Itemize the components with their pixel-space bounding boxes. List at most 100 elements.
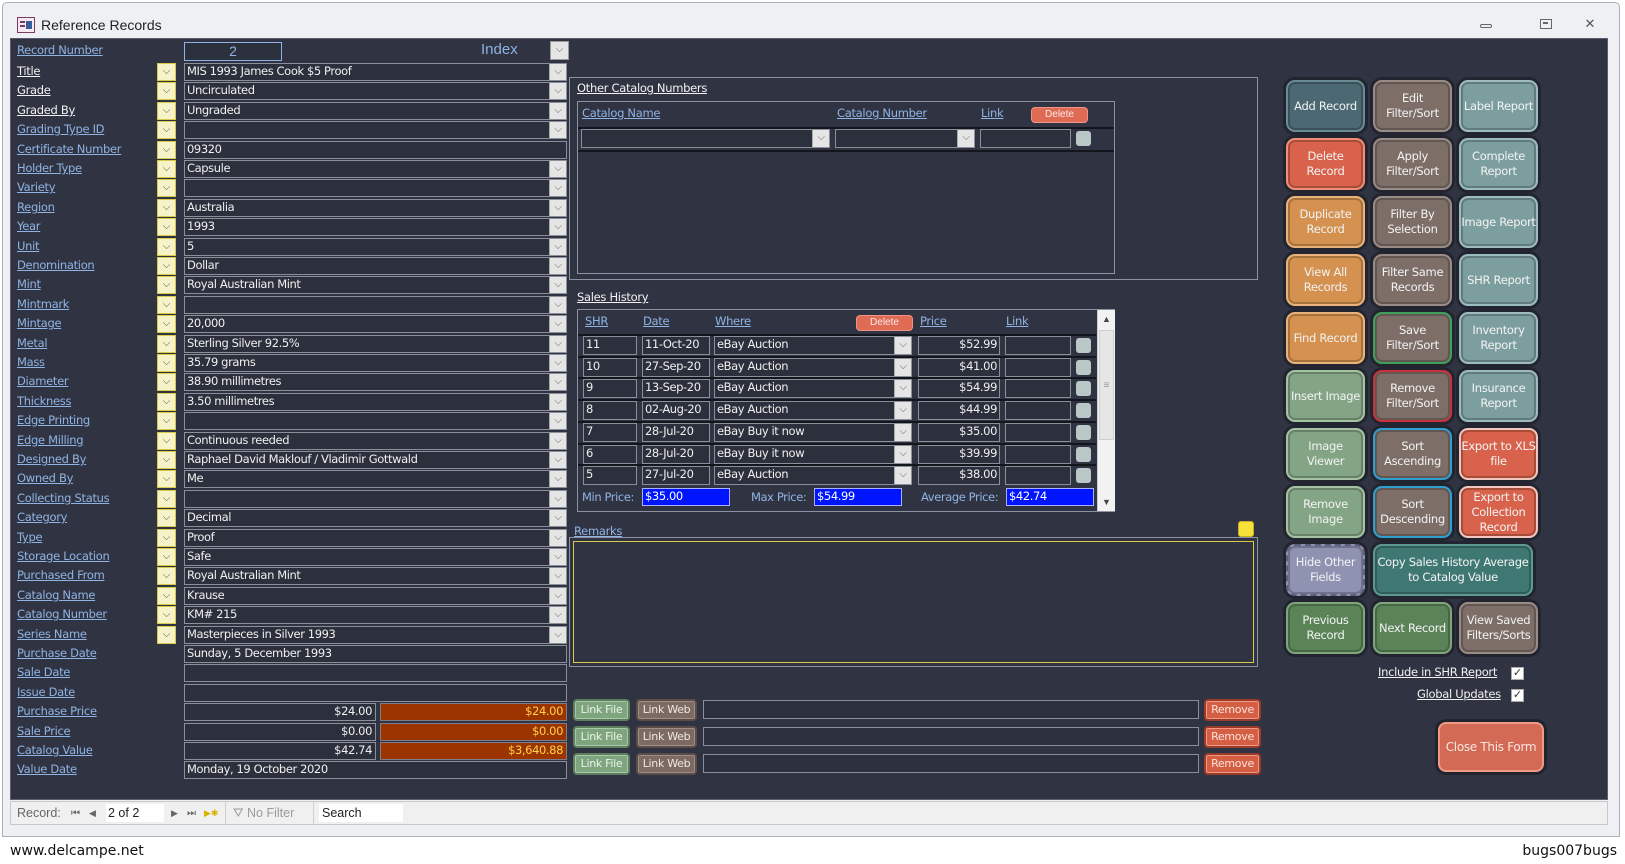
field-label[interactable]: Mintmark — [17, 297, 69, 311]
remarks-label[interactable]: Remarks — [574, 524, 622, 538]
field-input[interactable]: 35.79 grams ⌵ — [184, 354, 567, 372]
remove-filter-sort-button[interactable]: Remove Filter/Sort — [1373, 370, 1452, 422]
chevron-down-icon[interactable]: ⌵ — [549, 510, 566, 526]
field-label[interactable]: Unit — [17, 239, 40, 253]
field-label[interactable]: Series Name — [17, 627, 87, 641]
sale-link-cell[interactable] — [1005, 422, 1071, 442]
value-date-label[interactable]: Value Date — [17, 762, 77, 776]
field-label[interactable]: Mass — [17, 355, 45, 369]
field-label[interactable]: Designed By — [17, 452, 86, 466]
export-to-xls-file-button[interactable]: Export to XLS file — [1459, 428, 1538, 480]
sale-shr-cell[interactable]: 11 — [583, 336, 637, 355]
lookup-button[interactable]: ⌵ — [157, 587, 176, 605]
lookup-button[interactable]: ⌵ — [157, 451, 176, 469]
chevron-down-icon[interactable]: ⌵ — [549, 588, 566, 604]
duplicate-record-button[interactable]: Duplicate Record — [1286, 196, 1365, 248]
chevron-down-icon[interactable]: ⌵ — [549, 433, 566, 449]
chevron-down-icon[interactable]: ⌵ — [549, 258, 566, 274]
catalog-number-combo[interactable]: ⌵ — [835, 129, 975, 148]
header-shr[interactable]: SHR — [585, 314, 608, 328]
field-label[interactable]: Grade — [17, 83, 51, 97]
catalog-link-field[interactable] — [980, 129, 1071, 148]
link-file-button[interactable]: Link File — [573, 753, 630, 775]
chevron-down-icon[interactable]: ⌵ — [549, 122, 566, 138]
close-window-button[interactable]: ✕ — [1579, 15, 1601, 33]
sale-link-open-button[interactable] — [1076, 468, 1091, 484]
chevron-down-icon[interactable]: ⌵ — [549, 83, 566, 99]
chevron-down-icon[interactable]: ⌵ — [549, 471, 566, 487]
field-label[interactable]: Category — [17, 510, 67, 524]
field-label[interactable]: Owned By — [17, 471, 73, 485]
scroll-thumb[interactable]: ≡ — [1099, 330, 1114, 440]
sale-link-open-button[interactable] — [1076, 381, 1091, 397]
close-form-button[interactable]: Close This Form — [1438, 722, 1544, 772]
chevron-down-icon[interactable]: ⌵ — [812, 130, 829, 147]
lookup-button[interactable]: ⌵ — [157, 121, 176, 139]
filter-by-selection-button[interactable]: Filter By Selection — [1373, 196, 1452, 248]
chevron-down-icon[interactable]: ⌵ — [549, 491, 566, 507]
view-saved-filters-button[interactable]: View Saved Filters/Sorts — [1459, 602, 1538, 654]
field-input[interactable] — [184, 684, 567, 702]
complete-report-button[interactable]: Complete Report — [1459, 138, 1538, 190]
field-input[interactable]: Raphael David Maklouf / Vladimir Gottwal… — [184, 451, 567, 469]
field-input[interactable] — [184, 664, 567, 682]
sale-where-cell[interactable]: eBay Auction ⌵ — [714, 357, 912, 377]
field-input[interactable]: Uncirculated ⌵ — [184, 82, 567, 100]
catalog-link-open-button[interactable] — [1076, 131, 1091, 146]
remove-link-button[interactable]: Remove — [1204, 699, 1261, 721]
field-input[interactable]: ⌵ — [184, 296, 567, 314]
chevron-down-icon[interactable]: ⌵ — [549, 200, 566, 216]
field-label[interactable]: Catalog Number — [17, 607, 107, 621]
sale-date-cell[interactable]: 27-Sep-20 — [642, 357, 710, 377]
chevron-down-icon[interactable]: ⌵ — [549, 374, 566, 390]
field-label[interactable]: Sale Date — [17, 665, 70, 679]
lookup-button[interactable]: ⌵ — [157, 335, 176, 353]
field-label[interactable]: Storage Location — [17, 549, 110, 563]
inventory-report-button[interactable]: Inventory Report — [1459, 312, 1538, 364]
filter-status[interactable]: ⛛ No Filter — [233, 806, 294, 821]
index-dropdown-button[interactable]: ⌵ — [550, 41, 569, 60]
insert-image-button[interactable]: Insert Image — [1286, 370, 1365, 422]
money-field-label[interactable]: Sale Price — [17, 724, 71, 738]
lookup-button[interactable]: ⌵ — [157, 567, 176, 585]
record-number-label[interactable]: Record Number — [17, 43, 103, 57]
lookup-button[interactable]: ⌵ — [157, 354, 176, 372]
last-record-icon[interactable]: ⏭ — [187, 808, 196, 819]
field-input[interactable]: Masterpieces in Silver 1993 ⌵ — [184, 626, 567, 644]
money-field-value[interactable]: $42.74 — [184, 742, 376, 760]
chevron-down-icon[interactable]: ⌵ — [549, 413, 566, 429]
field-input[interactable]: 09320 — [184, 141, 567, 159]
field-label[interactable]: Region — [17, 200, 55, 214]
insurance-report-button[interactable]: Insurance Report — [1459, 370, 1538, 422]
sale-where-cell[interactable]: eBay Auction ⌵ — [714, 379, 912, 399]
chevron-down-icon[interactable]: ⌵ — [894, 337, 911, 354]
image-report-button[interactable]: Image Report — [1459, 196, 1538, 248]
chevron-down-icon[interactable]: ⌵ — [549, 180, 566, 196]
previous-record-button[interactable]: Previous Record — [1286, 602, 1365, 654]
sale-where-cell[interactable]: eBay Buy it now ⌵ — [714, 444, 912, 464]
field-label[interactable]: Type — [17, 530, 43, 544]
chevron-down-icon[interactable]: ⌵ — [894, 380, 911, 398]
field-input[interactable]: Me ⌵ — [184, 470, 567, 488]
field-label[interactable]: Denomination — [17, 258, 95, 272]
field-input[interactable]: Dollar ⌵ — [184, 257, 567, 275]
sale-where-cell[interactable]: eBay Buy it now ⌵ — [714, 422, 912, 442]
sale-price-cell[interactable]: $35.00 — [918, 422, 1000, 442]
average-price-field[interactable]: $42.74 — [1006, 488, 1094, 506]
field-input[interactable]: 38.90 millimetres ⌵ — [184, 373, 567, 391]
delete-catalog-button[interactable]: Delete — [1031, 107, 1088, 123]
header-catalog-name[interactable]: Catalog Name — [582, 106, 660, 120]
remarks-textarea[interactable] — [573, 541, 1254, 663]
field-input[interactable]: Continuous reeded ⌵ — [184, 432, 567, 450]
link-web-button[interactable]: Link Web — [636, 726, 697, 748]
sale-date-cell[interactable]: 27-Jul-20 — [642, 466, 710, 486]
sort-ascending-button[interactable]: Sort Ascending — [1373, 428, 1452, 480]
field-input[interactable]: Sunday, 5 December 1993 — [184, 645, 567, 663]
sale-date-cell[interactable]: 28-Jul-20 — [642, 422, 710, 442]
export-to-collection-record-button[interactable]: Export to Collection Record — [1459, 486, 1538, 538]
lookup-button[interactable]: ⌵ — [157, 509, 176, 527]
sale-link-cell[interactable] — [1005, 336, 1071, 355]
link-path-field[interactable] — [703, 700, 1199, 719]
sale-price-cell[interactable]: $52.99 — [918, 336, 1000, 355]
link-file-button[interactable]: Link File — [573, 726, 630, 748]
